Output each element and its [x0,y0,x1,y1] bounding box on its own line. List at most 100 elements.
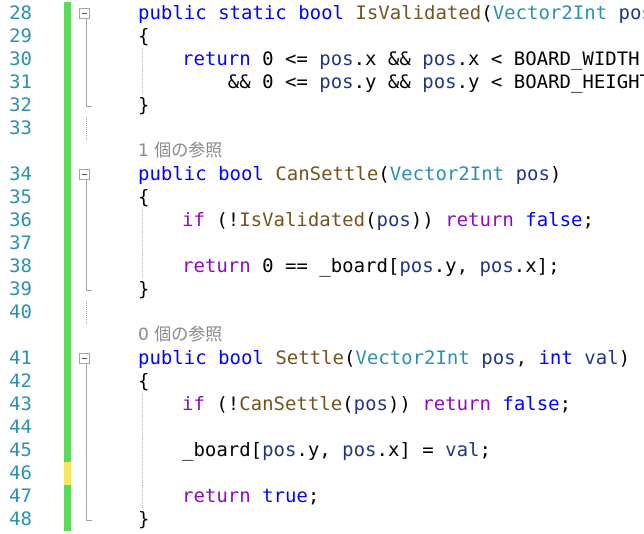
code-line[interactable]: 28 public static bool IsValidated(Vector2… [0,2,644,25]
code-text[interactable]: } [138,278,149,301]
code-line[interactable]: 32} [0,94,644,117]
code-editor[interactable]: 28 public static bool IsValidated(Vector2… [0,0,644,534]
change-indicator [64,439,71,462]
code-line[interactable]: 44 [0,416,644,439]
code-text[interactable]: public bool CanSettle(Vector2Int pos) [138,163,561,186]
indent-guide [142,232,143,255]
method-token: IsValidated [355,2,482,24]
code-line[interactable]: 31 && 0 <= pos.y && pos.y < BOARD_HEIGHT… [0,71,644,94]
code-line[interactable]: 38 return 0 == _board[pos.y, pos.x]; [0,255,644,278]
text-token: ( [365,209,377,231]
line-number: 36 [9,209,32,231]
code-line[interactable]: 45 _board[pos.y, pos.x] = val; [0,439,644,462]
line-number: 30 [9,48,32,70]
identifier-token: pos [422,71,457,93]
text-token: } [138,508,150,530]
keyword-token: false [525,209,583,231]
text-token: , [515,347,539,369]
keyword-token: public [138,2,207,24]
outline-line [86,301,87,324]
codelens-references[interactable]: 1 個の参照 [138,140,222,163]
codelens-references[interactable]: 0 個の参照 [138,324,222,347]
control-keyword-token: return [445,209,514,231]
change-indicator [64,393,71,416]
identifier-token: pos [515,163,550,185]
code-text[interactable]: if (!IsValidated(pos)) return false; [182,209,594,232]
text-token: _board[ [182,439,263,461]
change-indicator [64,186,71,209]
change-indicator [64,232,71,255]
outline-end [86,106,92,107]
text-token: && 0 <= [227,71,320,93]
code-line[interactable]: 37 [0,232,644,255]
code-line[interactable]: 39} [0,278,644,301]
method-token: CanSettle [239,393,343,415]
change-indicator [64,71,71,94]
code-line[interactable]: 43 if (!CanSettle(pos)) return false; [0,393,644,416]
code-line[interactable]: 33 [0,117,644,140]
code-text[interactable]: { [138,25,149,48]
text-token: .y < BOARD_HEIGHT; [456,71,644,93]
code-line[interactable]: 40 [0,301,644,324]
code-line[interactable]: 36 if (!IsValidated(pos)) return false; [0,209,644,232]
identifier-token: pos [319,48,354,70]
code-text[interactable]: } [138,508,149,531]
text-token: ( [343,347,356,369]
keyword-token: public [138,163,207,185]
line-number: 29 [9,25,32,47]
code-text[interactable]: public bool Settle(Vector2Int pos, int v… [138,347,630,370]
code-text[interactable]: public static bool IsValidated(Vector2In… [138,2,644,25]
text-token: .y, [433,255,480,277]
code-line[interactable]: 34 public bool CanSettle(Vector2Int pos) [0,163,644,186]
outline-line [86,117,87,140]
code-line[interactable]: 47 return true; [0,485,644,508]
code-text[interactable]: return 0 == _board[pos.y, pos.x]; [182,255,560,278]
text-token: ; [479,439,491,461]
collapse-toggle-icon[interactable] [79,169,90,180]
outline-line [86,370,87,393]
type-token: Vector2Int [492,2,608,24]
identifier-token: pos [422,48,457,70]
keyword-token: bool [218,347,264,369]
keyword-token: int [538,347,573,369]
code-line[interactable]: 35 { [0,186,644,209]
outline-line [86,209,87,232]
change-indicator [64,25,71,48]
line-number: 45 [9,439,32,461]
change-indicator [64,255,71,278]
code-text[interactable]: return true; [182,485,319,508]
code-line[interactable]: 48} [0,508,644,531]
identifier-token: val [445,439,480,461]
code-text[interactable]: { [138,370,149,393]
change-indicator [64,209,71,232]
change-indicator [64,324,71,347]
identifier-token: pos [479,255,514,277]
identifier-token: pos [481,347,516,369]
code-text[interactable]: _board[pos.y, pos.x] = val; [182,439,491,462]
line-number: 28 [9,2,32,24]
keyword-token: public [138,347,207,369]
keyword-token: bool [218,163,264,185]
code-text[interactable]: if (!CanSettle(pos)) return false; [182,393,571,416]
code-line[interactable]: 42 { [0,370,644,393]
code-line[interactable]: 30 return 0 <= pos.x && pos.x < BOARD_WID… [0,48,644,71]
collapse-toggle-icon[interactable] [79,8,90,19]
code-line[interactable]: 46 [0,462,644,485]
code-text[interactable]: && 0 <= pos.y && pos.y < BOARD_HEIGHT; [182,71,644,94]
method-token: IsValidated [239,209,366,231]
code-line[interactable]: 29 { [0,25,644,48]
collapse-toggle-icon[interactable] [79,353,90,364]
code-line[interactable]: 41 public bool Settle(Vector2Int pos, int… [0,347,644,370]
control-keyword-token: return [182,485,251,507]
line-number: 32 [9,94,32,116]
identifier-token: pos [353,393,388,415]
indent-guide [142,48,143,71]
change-indicator [64,278,71,301]
code-text[interactable]: return 0 <= pos.x && pos.x < BOARD_WIDTH [182,48,640,71]
code-text[interactable]: { [138,186,149,209]
code-text[interactable]: } [138,94,149,117]
